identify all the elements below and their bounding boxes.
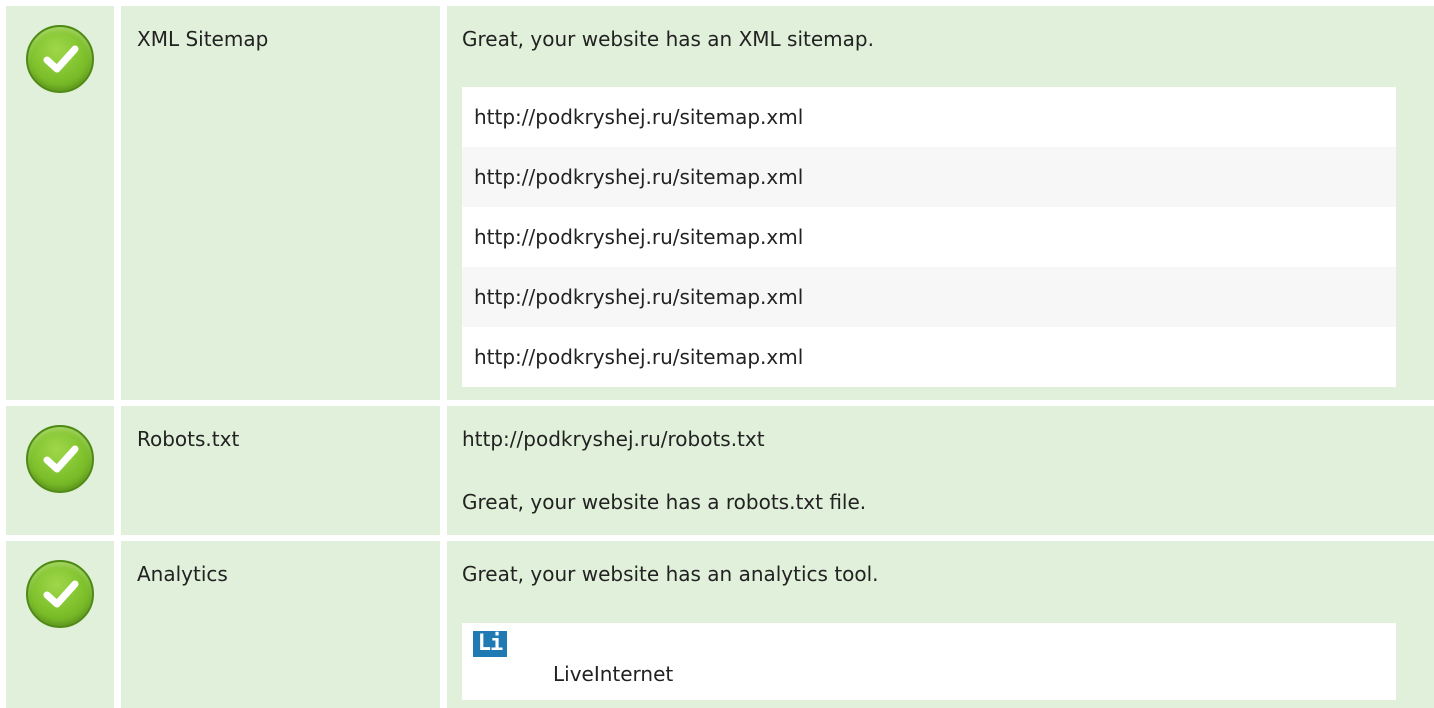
status-message: Great, your website has an analytics too… [462,562,879,586]
status-message: Great, your website has a robots.txt fil… [462,490,867,514]
value-cell: Great, your website has an analytics too… [447,541,1434,708]
sitemap-url: http://podkryshej.ru/sitemap.xml [462,147,1396,207]
status-cell [6,406,114,535]
liveinternet-logo-icon: Li [473,631,507,657]
row-label: Analytics [137,562,228,586]
sitemap-url: http://podkryshej.ru/sitemap.xml [462,267,1396,327]
sitemap-url: http://podkryshej.ru/sitemap.xml [462,327,1396,387]
label-cell: XML Sitemap [121,6,440,400]
check-circle-icon [26,425,94,493]
check-circle-icon [26,560,94,628]
seo-row-robots: Robots.txt http://podkryshej.ru/robots.t… [0,406,1434,535]
status-message: Great, your website has an XML sitemap. [462,27,874,51]
check-circle-icon [26,25,94,93]
analytics-tool-item: Li LiveInternet [462,623,1396,700]
status-cell [6,541,114,708]
label-cell: Analytics [121,541,440,708]
analytics-tool-name: LiveInternet [553,662,674,686]
status-cell [6,6,114,400]
label-cell: Robots.txt [121,406,440,535]
value-cell: http://podkryshej.ru/robots.txt Great, y… [447,406,1434,535]
robots-url: http://podkryshej.ru/robots.txt [462,427,765,451]
sitemap-url: http://podkryshej.ru/sitemap.xml [462,87,1396,147]
sitemap-list: http://podkryshej.ru/sitemap.xml http://… [462,87,1396,387]
sitemap-url: http://podkryshej.ru/sitemap.xml [462,207,1396,267]
row-label: Robots.txt [137,427,240,451]
seo-row-xml-sitemap: XML Sitemap Great, your website has an X… [0,6,1434,400]
value-cell: Great, your website has an XML sitemap. … [447,6,1434,400]
seo-row-analytics: Analytics Great, your website has an ana… [0,541,1434,708]
row-label: XML Sitemap [137,27,269,51]
